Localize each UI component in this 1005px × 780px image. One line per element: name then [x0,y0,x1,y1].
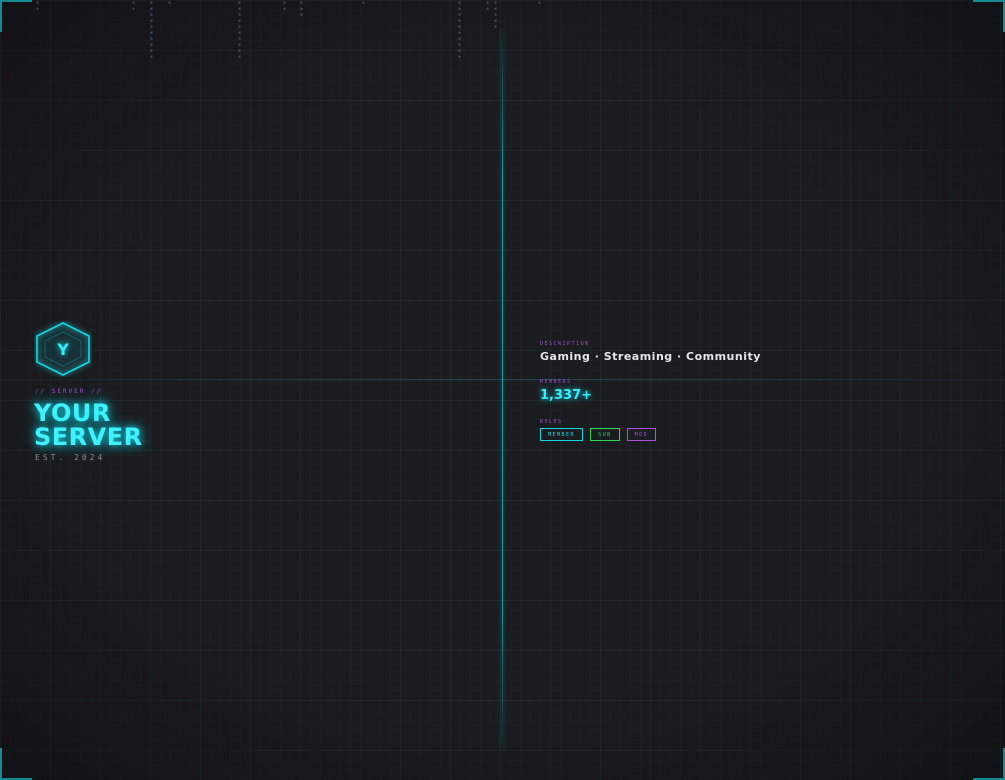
members-label: MEMBERS [540,379,572,385]
role-badge-list: MEMBER SUB MOD [540,428,657,441]
server-title: YOUR SERVER [34,401,143,449]
code-rain: ▪▪▪▪▪ [494,0,498,30]
code-rain: ▪▪ [36,0,40,12]
role-badge-sub[interactable]: SUB [590,428,620,441]
member-count: 1,337+ [540,388,593,403]
server-hex-icon: Y [34,321,92,377]
code-rain: ▪ [168,0,172,6]
code-rain: ▪▪▪▪▪▪▪▪▪▪ [458,0,462,60]
code-rain: ▪ [362,0,366,6]
corner-bracket-bottom-left [0,748,32,780]
corner-bracket-top-right [973,0,1005,32]
server-initial: Y [57,339,69,359]
vertical-divider [502,30,503,750]
server-title-line-2: SERVER [34,423,143,451]
role-badge-mod[interactable]: MOD [626,428,657,441]
code-rain: ▪▪▪▪▪▪▪▪▪▪ [150,0,154,60]
code-rain: ▪▪▪ [300,0,304,18]
code-rain: ▪▪▪▪▪▪▪▪▪▪ [238,0,242,60]
code-rain: ▪▪ [486,0,490,12]
server-overline: // SERVER // [35,388,103,395]
code-rain: ▪ [538,0,542,6]
corner-bracket-bottom-right [973,748,1005,780]
code-rain: ▪▪ [132,0,136,12]
established-year: EST. 2024 [35,453,106,462]
server-description: Gaming · Streaming · Community [540,350,761,363]
server-title-line-1: YOUR [34,399,111,427]
code-rain: ▪▪ [283,0,287,12]
description-label: DESCRIPTION [540,341,590,347]
corner-bracket-top-left [0,0,32,32]
role-badge-member[interactable]: MEMBER [540,428,584,441]
roles-label: ROLES [540,419,563,425]
